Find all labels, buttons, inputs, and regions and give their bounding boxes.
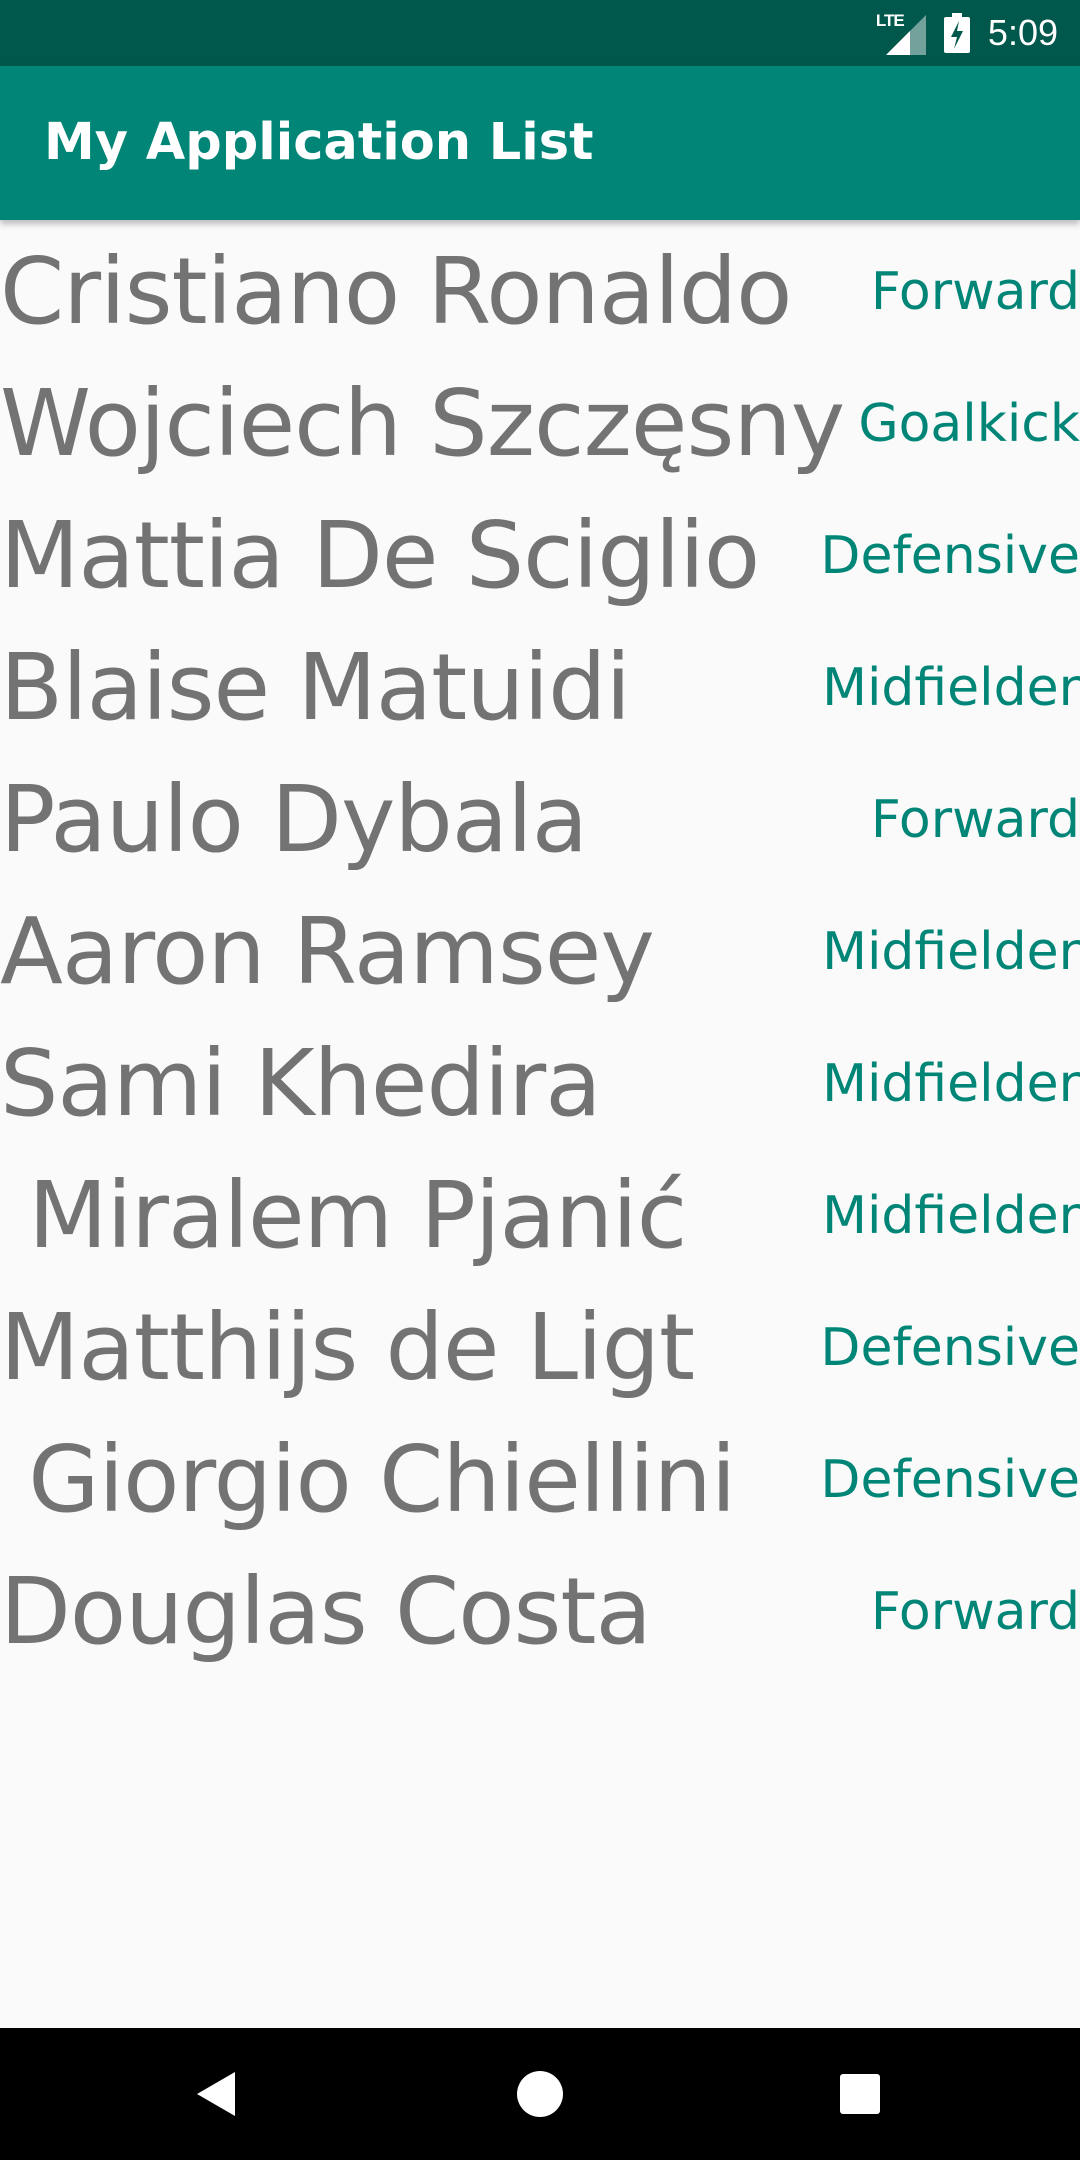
player-position: Midfielder xyxy=(822,658,1080,718)
player-name: Matthijs de Ligt xyxy=(0,1294,695,1401)
player-position: Defensive xyxy=(820,1450,1080,1510)
list-item[interactable]: Paulo Dybala Forward xyxy=(0,754,1080,886)
player-name: Mattia De Sciglio xyxy=(0,502,760,609)
signal-strength-fill xyxy=(885,31,910,55)
player-name: Douglas Costa xyxy=(0,1558,652,1665)
player-position: Forward xyxy=(870,1582,1080,1642)
back-button[interactable] xyxy=(140,2028,300,2160)
player-list[interactable]: Cristiano Ronaldo Forward Wojciech Szczę… xyxy=(0,226,1080,1678)
player-position: Forward xyxy=(870,790,1080,850)
player-name: Wojciech Szczęsny xyxy=(0,370,845,477)
list-item[interactable]: Sami Khedira Midfielder xyxy=(0,1018,1080,1150)
list-item[interactable]: Aaron Ramsey Midfielder xyxy=(0,886,1080,1018)
battery-charging-icon xyxy=(943,13,970,53)
charging-bolt-icon xyxy=(950,21,963,49)
list-item[interactable]: Cristiano Ronaldo Forward xyxy=(0,226,1080,358)
list-item[interactable]: Giorgio Chiellini Defensive xyxy=(0,1414,1080,1546)
signal-icon: LTE xyxy=(876,11,926,55)
list-item[interactable]: Matthijs de Ligt Defensive xyxy=(0,1282,1080,1414)
navigation-bar xyxy=(0,2028,1080,2160)
home-button[interactable] xyxy=(460,2028,620,2160)
player-name: Sami Khedira xyxy=(0,1030,602,1137)
player-position: Midfielder xyxy=(822,1186,1080,1246)
list-item[interactable]: Mattia De Sciglio Defensive xyxy=(0,490,1080,622)
status-clock: 5:09 xyxy=(987,12,1058,53)
player-name: Paulo Dybala xyxy=(0,766,588,873)
status-icons: LTE 5:09 xyxy=(876,0,1058,66)
list-item[interactable]: Miralem Pjanić Midfielder xyxy=(0,1150,1080,1282)
player-position: Midfielder xyxy=(822,922,1080,982)
player-position: Defensive xyxy=(820,1318,1080,1378)
list-item[interactable]: Douglas Costa Forward xyxy=(0,1546,1080,1678)
recents-square-icon xyxy=(840,2074,880,2114)
recents-button[interactable] xyxy=(780,2028,940,2160)
status-bar: LTE 5:09 xyxy=(0,0,1080,66)
player-name: Giorgio Chiellini xyxy=(0,1426,736,1533)
player-position: Defensive xyxy=(820,526,1080,586)
player-name: Cristiano Ronaldo xyxy=(0,238,792,345)
player-position: Goalkick xyxy=(858,394,1080,454)
home-circle-icon xyxy=(517,2071,563,2117)
player-name: Blaise Matuidi xyxy=(0,634,631,741)
app-bar: My Application List xyxy=(0,66,1080,220)
list-item[interactable]: Wojciech Szczęsny Goalkick xyxy=(0,358,1080,490)
list-item[interactable]: Blaise Matuidi Midfielder xyxy=(0,622,1080,754)
player-name: Aaron Ramsey xyxy=(0,898,655,1005)
app-title: My Application List xyxy=(44,113,594,172)
player-position: Forward xyxy=(870,262,1080,322)
back-triangle-icon xyxy=(197,2072,235,2116)
player-name: Miralem Pjanić xyxy=(0,1162,687,1269)
player-position: Midfielder xyxy=(822,1054,1080,1114)
